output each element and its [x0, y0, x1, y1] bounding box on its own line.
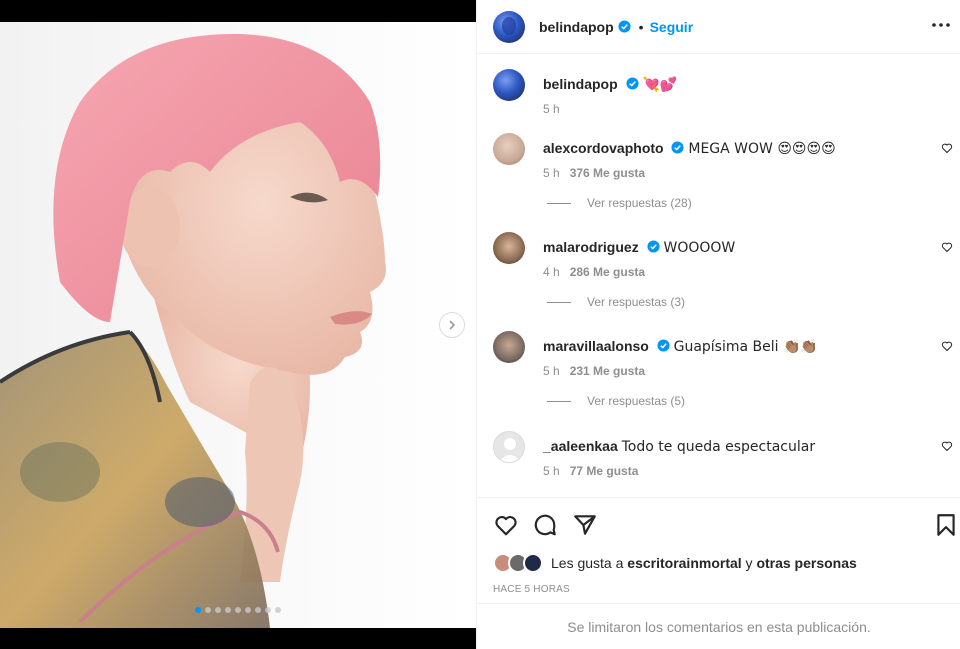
media-pane: [0, 0, 476, 649]
default-avatar-icon: [499, 438, 521, 462]
heart-icon[interactable]: [493, 512, 519, 538]
comment-item: alexcordovaphoto MEGA WOW 😍😍😍😍 5 h 376 Me…: [493, 133, 953, 183]
comment-item: _aaleenkaa Todo te queda espectacular 5 …: [493, 431, 953, 481]
comment-time: 5 h: [543, 364, 560, 378]
commenter-username[interactable]: maravillaalonso: [543, 338, 649, 354]
comments-limited-text: Se limitaron los comentarios en esta pub…: [567, 618, 871, 635]
portrait-illustration: [0, 33, 386, 628]
author-avatar[interactable]: [493, 69, 525, 101]
carousel-dot: [205, 607, 211, 613]
bookmark-icon[interactable]: [933, 512, 959, 538]
comment-text: Guapísima Beli 👏🏽👏🏽: [673, 339, 818, 355]
carousel-dot: [225, 607, 231, 613]
verified-badge-icon: [647, 240, 660, 253]
caption-text: 💘💕: [642, 77, 678, 93]
comments-list[interactable]: belindapop 💘💕 5 h alexcordovaphoto MEGA …: [477, 55, 960, 496]
comment-time: 4 h: [543, 265, 560, 279]
comments-limited-notice: Se limitaron los comentarios en esta pub…: [477, 603, 960, 649]
carousel-dot: [265, 607, 271, 613]
comment-icon[interactable]: [532, 512, 558, 538]
post-details-pane: belindapop • Seguir belindapop 💘💕 5 h al…: [476, 0, 960, 649]
action-bar: [477, 497, 960, 551]
author-avatar[interactable]: [493, 10, 525, 43]
commenter-username[interactable]: malarodriguez: [543, 239, 639, 255]
commenter-avatar[interactable]: [493, 133, 525, 165]
carousel-dot: [235, 607, 241, 613]
comment-likes[interactable]: 231 Me gusta: [570, 364, 645, 378]
view-replies-label: Ver respuestas (28): [587, 196, 692, 210]
view-replies-label: Ver respuestas (5): [587, 394, 686, 408]
comment-likes[interactable]: 77 Me gusta: [570, 464, 639, 478]
follow-button[interactable]: Seguir: [650, 19, 694, 35]
carousel-dot: [195, 607, 201, 613]
instagram-post-modal: belindapop • Seguir belindapop 💘💕 5 h al…: [0, 0, 960, 649]
commenter-avatar[interactable]: [493, 331, 525, 363]
more-options-icon: [932, 23, 950, 27]
commenter-username[interactable]: _aaleenkaa: [543, 438, 618, 454]
chevron-right-icon: [449, 320, 456, 330]
carousel-dot: [245, 607, 251, 613]
more-options-button[interactable]: [929, 13, 953, 37]
comment-item: malarodriguez WOOOOW 4 h 286 Me gusta: [493, 232, 953, 282]
caption-time: 5 h: [543, 102, 560, 116]
heart-icon[interactable]: [941, 142, 953, 154]
commenter-username[interactable]: alexcordovaphoto: [543, 140, 664, 156]
verified-badge-icon: [657, 339, 670, 352]
comment-text: MEGA WOW 😍😍😍😍: [688, 141, 836, 157]
comment-item: maravillaalonso Guapísima Beli 👏🏽👏🏽 5 h 2…: [493, 331, 953, 381]
post-header: belindapop • Seguir: [477, 0, 960, 54]
verified-badge-icon: [626, 77, 639, 90]
heart-icon[interactable]: [941, 440, 953, 452]
comment-time: 5 h: [543, 166, 560, 180]
share-icon[interactable]: [572, 512, 598, 538]
post-caption: belindapop 💘💕 5 h: [493, 69, 953, 119]
view-replies-button[interactable]: Ver respuestas (5): [547, 394, 685, 408]
comment-text: WOOOOW: [663, 240, 736, 256]
view-replies-button[interactable]: Ver respuestas (28): [547, 196, 692, 210]
liker-username[interactable]: escritorainmortal: [627, 555, 741, 571]
likes-others-link[interactable]: otras personas: [756, 555, 856, 571]
heart-icon[interactable]: [941, 340, 953, 352]
view-replies-label: Ver respuestas (3): [587, 295, 686, 309]
comment-likes[interactable]: 376 Me gusta: [570, 166, 645, 180]
likes-prefix: Les gusta a: [551, 555, 624, 571]
author-username[interactable]: belindapop: [539, 19, 614, 35]
verified-badge-icon: [618, 20, 631, 33]
likes-summary: Les gusta a escritorainmortal y otras pe…: [493, 553, 857, 573]
carousel-indicator: [0, 607, 476, 613]
likes-joiner: y: [745, 555, 753, 571]
carousel-dot: [255, 607, 261, 613]
commenter-avatar[interactable]: [493, 431, 525, 463]
comment-likes[interactable]: 286 Me gusta: [570, 265, 645, 279]
header-separator: •: [638, 18, 644, 35]
post-timestamp[interactable]: HACE 5 HORAS: [493, 584, 570, 595]
verified-badge-icon: [671, 141, 685, 154]
comment-text: Todo te queda espectacular: [621, 439, 816, 455]
caption-username[interactable]: belindapop: [543, 76, 618, 92]
comment-time: 5 h: [543, 464, 560, 478]
commenter-avatar[interactable]: [493, 232, 525, 264]
view-replies-button[interactable]: Ver respuestas (3): [547, 295, 685, 309]
liker-avatars[interactable]: [493, 553, 549, 573]
liker-avatar: [523, 553, 543, 573]
carousel-next-button[interactable]: [439, 312, 465, 338]
post-photo[interactable]: [0, 22, 476, 628]
heart-icon[interactable]: [941, 241, 953, 253]
carousel-dot: [275, 607, 281, 613]
carousel-dot: [215, 607, 221, 613]
